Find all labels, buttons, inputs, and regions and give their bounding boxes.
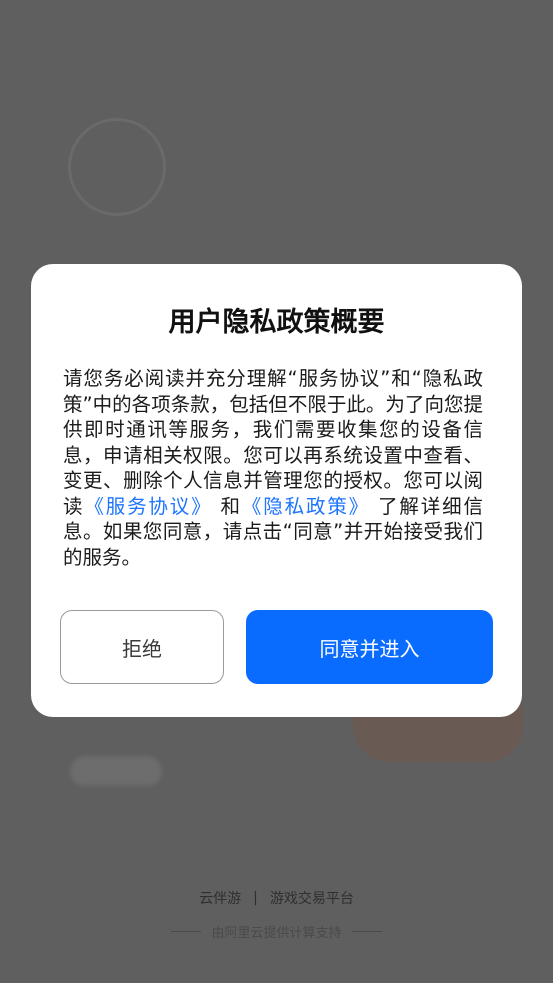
footer-brand-line: 云伴游 | 游戏交易平台	[0, 888, 553, 908]
footer-rule-left	[171, 931, 202, 932]
splash-footer: 云伴游 | 游戏交易平台 由阿里云提供计算支持	[0, 888, 553, 941]
footer-separator: |	[253, 890, 258, 906]
privacy-policy-link[interactable]: 《隐私政策》	[242, 495, 370, 518]
footer-brand: 云伴游	[199, 891, 242, 907]
dialog-body: 请您务必阅读并充分理解“服务协议”和“隐私政策”中的各项条款，包括但不限于此。为…	[63, 366, 483, 570]
footer-powered-line: 由阿里云提供计算支持	[0, 922, 553, 941]
body-text-and: 和	[220, 494, 242, 518]
footer-rule-right	[351, 931, 382, 932]
footer-powered-by: 由阿里云提供计算支持	[211, 926, 342, 941]
app-logo-icon	[68, 118, 166, 216]
reject-button[interactable]: 拒绝	[60, 610, 224, 684]
decorative-cloud	[70, 756, 162, 786]
service-agreement-link[interactable]: 《服务协议》	[84, 495, 212, 518]
agree-button[interactable]: 同意并进入	[246, 610, 493, 684]
privacy-dialog: 用户隐私政策概要 请您务必阅读并充分理解“服务协议”和“隐私政策”中的各项条款，…	[31, 264, 522, 717]
footer-slogan: 游戏交易平台	[269, 891, 354, 907]
dialog-title: 用户隐私政策概要	[168, 307, 385, 338]
